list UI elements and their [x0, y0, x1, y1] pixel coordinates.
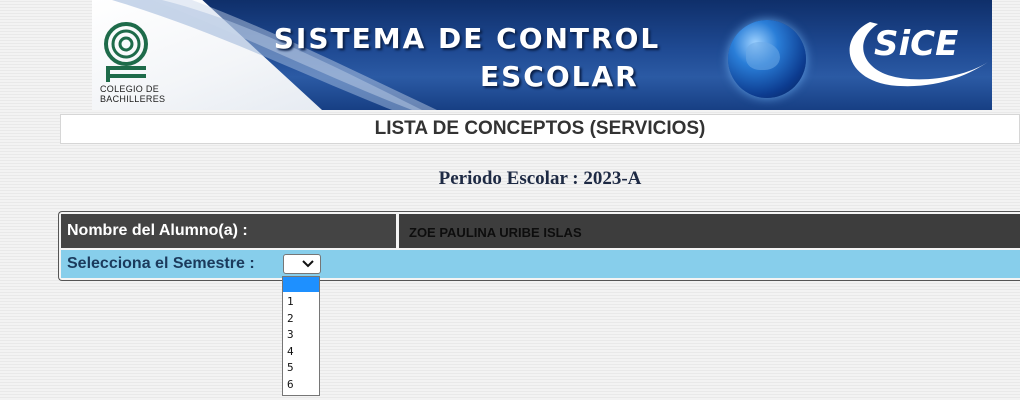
semester-option-6[interactable]: 6 — [283, 377, 319, 394]
header-banner: COLEGIO DE BACHILLERES SISTEMA DE CONTRO… — [92, 0, 992, 110]
semester-select[interactable] — [283, 254, 321, 274]
semester-row: Selecciona el Semestre : — [61, 250, 1020, 278]
banner-title-line2: ESCOLAR — [480, 60, 639, 93]
banner-title-line1: SISTEMA DE CONTROL — [273, 22, 661, 55]
school-period: Periodo Escolar : 2023-A — [438, 168, 642, 189]
semester-option-4[interactable]: 4 — [283, 344, 319, 361]
page-title: LISTA DE CONCEPTOS (SERVICIOS) — [60, 114, 1020, 144]
sice-brand: SiCE — [874, 24, 959, 64]
semester-option-2[interactable]: 2 — [283, 311, 319, 328]
student-name-label: Nombre del Alumno(a) : — [61, 214, 396, 248]
student-info-table: Nombre del Alumno(a) : ZOE PAULINA URIBE… — [58, 211, 1020, 281]
semester-option-empty[interactable] — [283, 277, 319, 292]
semester-dropdown-list[interactable]: 1 2 3 4 5 6 — [282, 276, 320, 396]
semester-option-3[interactable]: 3 — [283, 327, 319, 344]
semester-option-5[interactable]: 5 — [283, 360, 319, 377]
student-name-text: ZOE PAULINA URIBE ISLAS — [409, 225, 582, 240]
colegio-logo-icon — [104, 22, 148, 82]
student-name-row: Nombre del Alumno(a) : ZOE PAULINA URIBE… — [61, 214, 1020, 248]
chevron-down-icon — [302, 260, 314, 268]
semester-label: Selecciona el Semestre : — [67, 255, 255, 272]
org-name: COLEGIO DE BACHILLERES — [100, 84, 165, 104]
globe-icon — [728, 20, 806, 98]
student-name-value: ZOE PAULINA URIBE ISLAS — [399, 214, 1020, 248]
org-name-line1: COLEGIO DE — [100, 84, 160, 94]
org-name-line2: BACHILLERES — [100, 94, 166, 104]
semester-option-1[interactable]: 1 — [283, 294, 319, 311]
